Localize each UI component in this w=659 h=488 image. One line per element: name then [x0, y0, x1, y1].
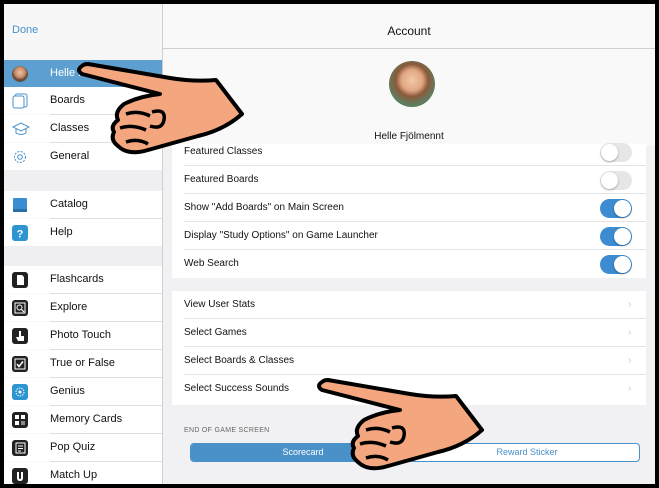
link-row-view-user-stats[interactable]: View User Stats ›: [172, 291, 646, 319]
sidebar-item-label: Match Up: [50, 469, 98, 481]
boards-icon: [12, 93, 28, 109]
svg-text:?: ?: [17, 229, 24, 241]
checkbox-icon: [12, 356, 28, 372]
toggle-row-add-boards: Show "Add Boards" on Main Screen: [172, 194, 646, 222]
chevron-right-icon: ›: [628, 355, 632, 366]
chevron-right-icon: ›: [628, 383, 632, 394]
match-up-icon: [12, 468, 28, 484]
link-label: Select Success Sounds: [184, 383, 290, 394]
section-heading: END OF GAME SCREEN: [184, 427, 270, 434]
help-icon: ?: [12, 225, 28, 241]
toggle-label: Featured Boards: [184, 174, 259, 185]
explore-icon: [12, 300, 28, 316]
sidebar-item-label: True or False: [50, 357, 116, 369]
page-title: Account: [387, 24, 431, 38]
sidebar-item-flashcards[interactable]: Flashcards: [4, 266, 162, 293]
link-row-select-games[interactable]: Select Games ›: [172, 319, 646, 347]
toggle-row-study-options: Display "Study Options" on Game Launcher: [172, 222, 646, 250]
sidebar-item-true-or-false[interactable]: True or False: [4, 350, 162, 377]
toggle-label: Display "Study Options" on Game Launcher: [184, 230, 378, 241]
sidebar-item-pop-quiz[interactable]: Pop Quiz: [4, 434, 162, 461]
sidebar-item-genius[interactable]: Genius: [4, 378, 162, 405]
link-label: Select Boards & Classes: [184, 355, 295, 366]
featured-boards-toggle[interactable]: [600, 171, 632, 190]
gear-icon: [12, 149, 28, 165]
chevron-right-icon: ›: [628, 327, 632, 338]
link-row-select-boards-classes[interactable]: Select Boards & Classes ›: [172, 347, 646, 375]
sidebar-item-label: Flashcards: [50, 273, 104, 285]
chevron-right-icon: ›: [628, 299, 632, 310]
settings-toggles-card: Featured Classes Featured Boards Show "A…: [172, 143, 646, 278]
sidebar-item-memory-cards[interactable]: Memory Cards: [4, 406, 162, 433]
graduation-cap-icon: [11, 121, 31, 137]
sidebar-item-label: Catalog: [50, 198, 88, 210]
memory-cards-icon: [12, 412, 28, 428]
study-options-toggle[interactable]: [600, 227, 632, 246]
pop-quiz-icon: [12, 440, 28, 456]
avatar: [12, 66, 28, 82]
sidebar-item-explore[interactable]: Explore: [4, 294, 162, 321]
navigation-bar: Account: [163, 4, 655, 49]
book-icon: [12, 197, 28, 213]
sidebar-item-label: Photo Touch: [50, 329, 111, 341]
web-search-toggle[interactable]: [600, 255, 632, 274]
touch-icon: [12, 328, 28, 344]
sidebar-item-catalog[interactable]: Catalog: [4, 191, 162, 218]
featured-classes-toggle[interactable]: [600, 143, 632, 162]
sidebar-item-label: Genius: [50, 385, 85, 397]
sidebar-item-photo-touch[interactable]: Photo Touch: [4, 322, 162, 349]
toggle-label: Web Search: [184, 258, 239, 269]
sidebar-item-label: Pop Quiz: [50, 441, 96, 453]
app-window: Done Helle F Boards Classes General Cata…: [4, 4, 655, 484]
toggle-row-featured-boards: Featured Boards: [172, 166, 646, 194]
pointing-hand-icon: [317, 378, 484, 471]
flashcards-icon: [12, 272, 28, 288]
genius-icon: [12, 384, 28, 400]
done-button[interactable]: Done: [12, 24, 38, 36]
link-label: Select Games: [184, 327, 247, 338]
toggle-label: Show "Add Boards" on Main Screen: [184, 202, 344, 213]
sidebar-item-label: Memory Cards: [50, 413, 123, 425]
sidebar-item-label: Help: [50, 226, 73, 238]
pointing-hand-icon: [77, 62, 244, 155]
link-label: View User Stats: [184, 299, 255, 310]
add-boards-toggle[interactable]: [600, 199, 632, 218]
sidebar-item-label: Explore: [50, 301, 88, 313]
profile-avatar[interactable]: [389, 61, 435, 107]
toggle-row-web-search: Web Search: [172, 250, 646, 278]
sidebar-item-help[interactable]: ? Help: [4, 219, 162, 246]
sidebar-item-match-up[interactable]: Match Up: [4, 462, 162, 484]
